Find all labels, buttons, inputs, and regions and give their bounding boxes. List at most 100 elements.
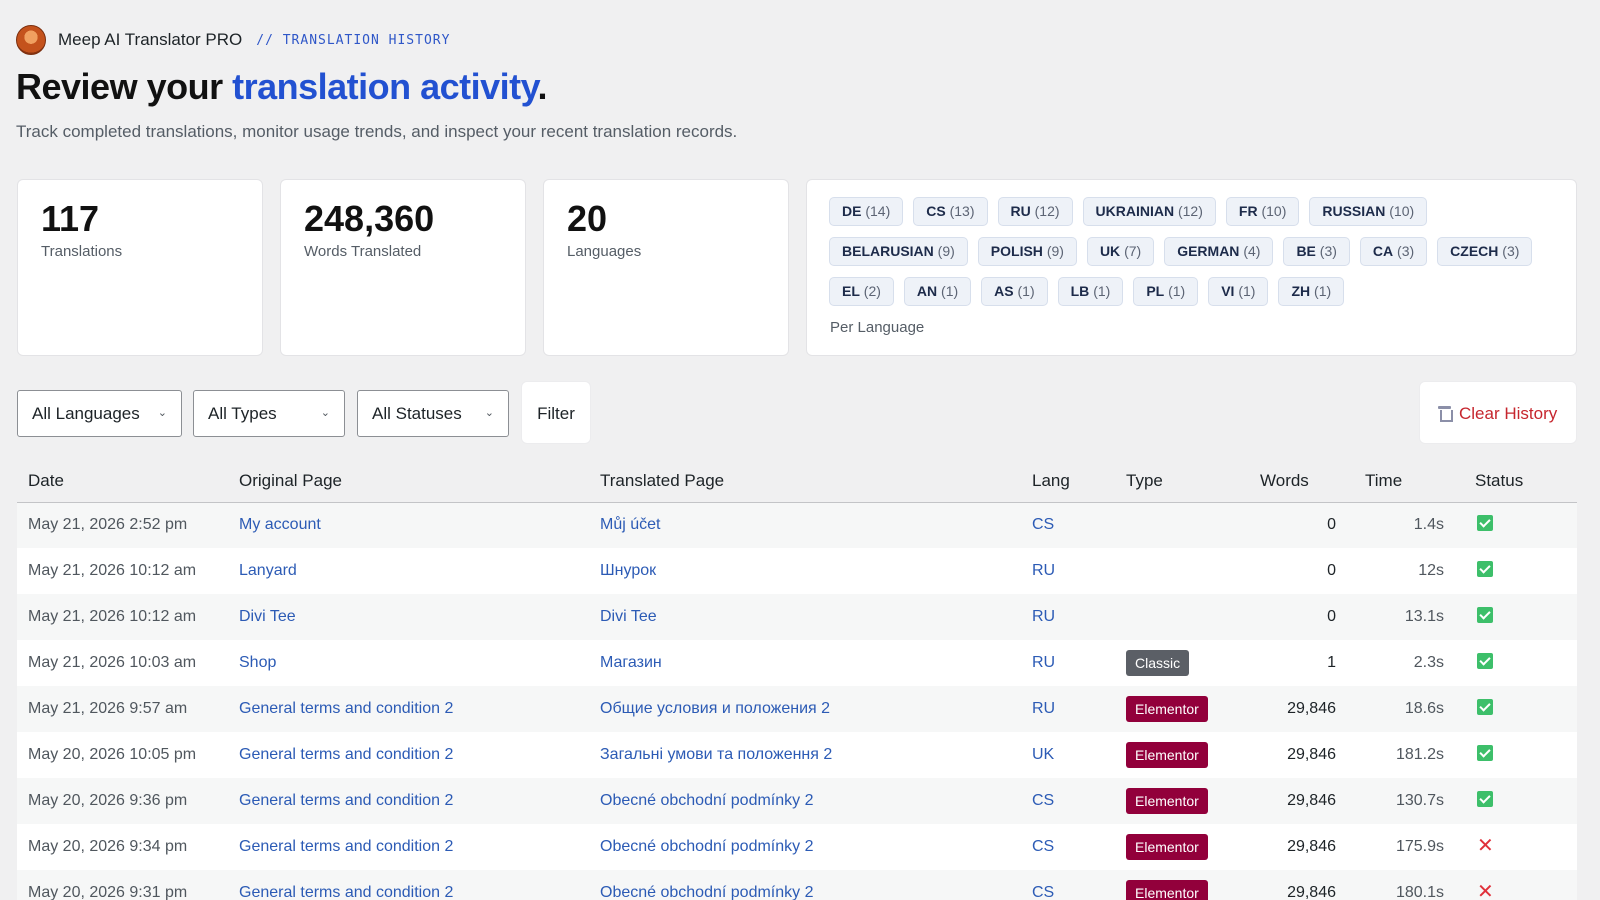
translated-page-link-cell: Шнурок — [589, 548, 1021, 594]
column-header-date[interactable]: Date — [17, 461, 228, 503]
column-header-translated-page[interactable]: Translated Page — [589, 461, 1021, 503]
type-badge: Elementor — [1126, 880, 1208, 900]
row-status-cell — [1464, 778, 1577, 824]
row-date-cell: May 20, 2026 9:34 pm — [17, 824, 228, 870]
row-words-cell: 0 — [1249, 594, 1354, 640]
checkmark-icon — [1477, 514, 1493, 531]
translated-page-link[interactable]: Obecné obchodní podmínky 2 — [600, 884, 813, 900]
translated-page-link[interactable]: Můj účet — [600, 516, 660, 533]
clear-history-label: Clear History — [1459, 404, 1558, 423]
row-date: May 20, 2026 10:05 pm — [28, 746, 197, 763]
language-chip-code: RU — [1010, 203, 1031, 219]
language-chip-count: (12) — [1034, 203, 1060, 219]
original-page-link[interactable]: General terms and condition 2 — [239, 838, 453, 855]
lang-link-cell: RU — [1021, 594, 1115, 640]
stat-label: Translations — [41, 243, 123, 260]
translated-page-link[interactable]: Obecné obchodní podmínky 2 — [600, 792, 813, 809]
original-page-link-cell: General terms and condition 2 — [228, 686, 589, 732]
row-type-cell: Elementor — [1115, 686, 1249, 732]
translated-page-link[interactable]: Загальні умови та положення 2 — [600, 746, 832, 763]
original-page-link-cell: Divi Tee — [228, 594, 589, 640]
row-words: 0 — [1327, 608, 1336, 625]
table-row: May 20, 2026 9:34 pm General terms and co… — [17, 824, 1577, 870]
column-header-words[interactable]: Words — [1249, 461, 1354, 503]
language-chip-count: (2) — [863, 283, 881, 299]
lang-link[interactable]: CS — [1032, 838, 1054, 855]
translated-page-link[interactable]: Obecné obchodní podmínky 2 — [600, 838, 813, 855]
original-page-link[interactable]: General terms and condition 2 — [239, 792, 453, 809]
table-row: May 21, 2026 10:12 am Divi Tee Divi Tee RU 0… — [17, 594, 1577, 640]
row-words-cell: 29,846 — [1249, 686, 1354, 732]
row-words: 29,846 — [1287, 884, 1336, 900]
original-page-link[interactable]: My account — [239, 516, 321, 533]
lang-link[interactable]: RU — [1032, 608, 1055, 625]
lang-link-cell: CS — [1021, 870, 1115, 900]
row-date-cell: May 21, 2026 10:12 am — [17, 594, 228, 640]
translated-page-link-cell: Магазин — [589, 640, 1021, 686]
language-chip-count: (1) — [1017, 283, 1035, 299]
row-status-cell — [1464, 594, 1577, 640]
original-page-link[interactable]: General terms and condition 2 — [239, 884, 453, 900]
type-badge: Elementor — [1126, 788, 1208, 814]
language-chip-count: (1) — [1238, 283, 1256, 299]
type-badge: Elementor — [1126, 742, 1208, 768]
language-chip-count: (9) — [937, 243, 955, 259]
table-row: May 20, 2026 9:31 pm General terms and co… — [17, 870, 1577, 900]
language-chip-russian: RUSSIAN (10) — [1309, 197, 1428, 226]
table-row: May 20, 2026 10:05 pm General terms and c… — [17, 732, 1577, 778]
row-type-cell — [1115, 548, 1249, 594]
column-header-time[interactable]: Time — [1354, 461, 1464, 503]
row-status-cell: ✕ — [1464, 824, 1577, 870]
status-filter-select[interactable]: All Statuses ⌄ — [357, 390, 509, 437]
lang-link[interactable]: RU — [1032, 700, 1055, 717]
row-words-cell: 1 — [1249, 640, 1354, 686]
translated-page-link[interactable]: Divi Tee — [600, 608, 657, 625]
column-header-status[interactable]: Status — [1464, 461, 1577, 503]
translated-page-link[interactable]: Шнурок — [600, 562, 656, 579]
checkmark-icon — [1477, 652, 1493, 669]
language-chip-belarusian: BELARUSIAN (9) — [829, 237, 968, 266]
table-row: May 21, 2026 10:03 am Shop Магазин RU Classi… — [17, 640, 1577, 686]
clear-history-button[interactable]: Clear History — [1419, 381, 1577, 444]
translated-page-link-cell: Obecné obchodní podmínky 2 — [589, 870, 1021, 900]
lang-link[interactable]: CS — [1032, 884, 1054, 900]
language-chip-code: POLISH — [990, 243, 1043, 259]
original-page-link-cell: My account — [228, 502, 589, 548]
column-header-original-page[interactable]: Original Page — [228, 461, 589, 503]
row-status-cell — [1464, 548, 1577, 594]
language-chip-code: AS — [994, 283, 1014, 299]
trash-icon — [1438, 406, 1453, 422]
column-header-lang[interactable]: Lang — [1021, 461, 1115, 503]
page-title-suffix: . — [537, 66, 548, 107]
original-page-link[interactable]: Lanyard — [239, 562, 297, 579]
row-type-cell: Elementor — [1115, 824, 1249, 870]
filter-button[interactable]: Filter — [521, 381, 591, 444]
original-page-link-cell: General terms and condition 2 — [228, 778, 589, 824]
language-chip-zh: ZH (1) — [1278, 277, 1345, 306]
lang-link[interactable]: UK — [1032, 746, 1054, 763]
row-time-cell: 180.1s — [1354, 870, 1464, 900]
row-date-cell: May 21, 2026 10:03 am — [17, 640, 228, 686]
original-page-link-cell: General terms and condition 2 — [228, 870, 589, 900]
lang-link[interactable]: RU — [1032, 562, 1055, 579]
type-filter-select[interactable]: All Types ⌄ — [193, 390, 345, 437]
lang-link[interactable]: CS — [1032, 792, 1054, 809]
language-chip-ca: CA (3) — [1359, 237, 1428, 266]
original-page-link[interactable]: General terms and condition 2 — [239, 700, 453, 717]
language-filter-select[interactable]: All Languages ⌄ — [17, 390, 182, 437]
page-subtitle: Track completed translations, monitor us… — [16, 122, 738, 141]
lang-link[interactable]: RU — [1032, 654, 1055, 671]
translated-page-link-cell: Divi Tee — [589, 594, 1021, 640]
language-chip-code: RUSSIAN — [1322, 203, 1386, 219]
translated-page-link[interactable]: Общие условия и положения 2 — [600, 700, 830, 717]
x-icon: ✕ — [1477, 834, 1494, 857]
type-filter-value: All Types — [208, 404, 277, 423]
lang-link[interactable]: CS — [1032, 516, 1054, 533]
row-time-cell: 12s — [1354, 548, 1464, 594]
original-page-link[interactable]: Divi Tee — [239, 608, 296, 625]
original-page-link[interactable]: Shop — [239, 654, 276, 671]
original-page-link-cell: General terms and condition 2 — [228, 732, 589, 778]
column-header-type[interactable]: Type — [1115, 461, 1249, 503]
original-page-link[interactable]: General terms and condition 2 — [239, 746, 453, 763]
translated-page-link[interactable]: Магазин — [600, 654, 662, 671]
